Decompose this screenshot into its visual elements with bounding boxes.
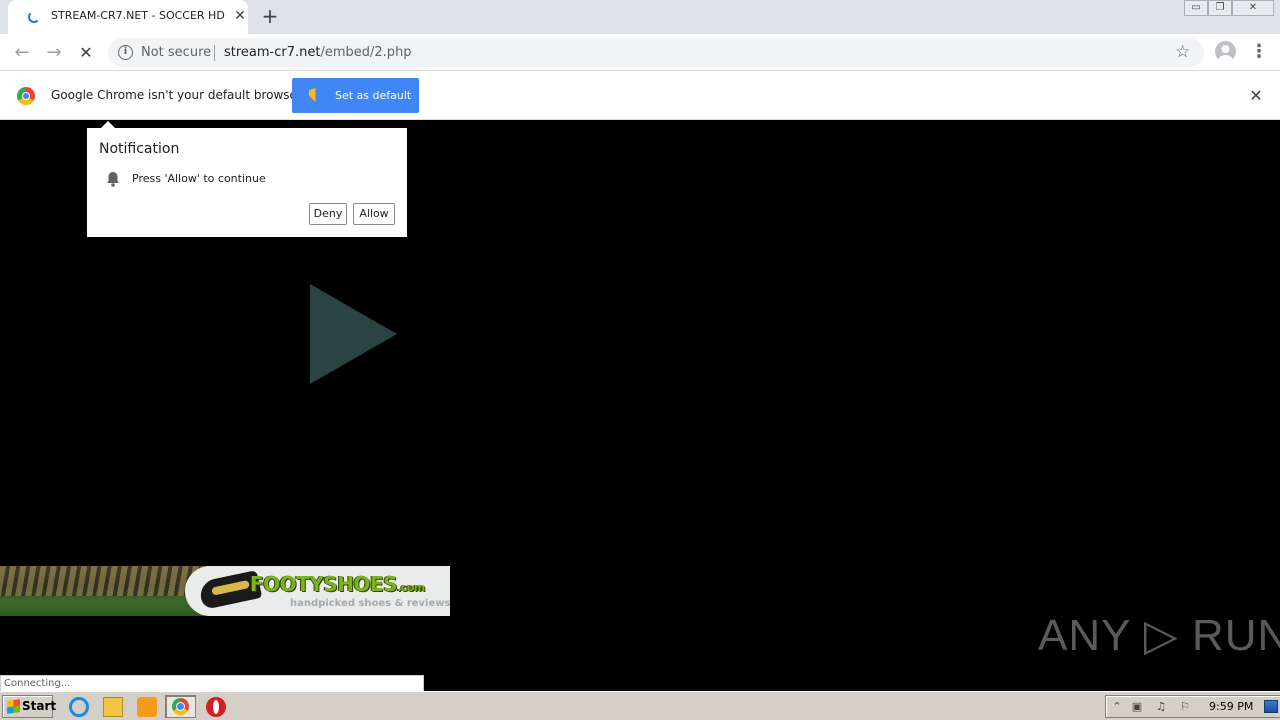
minimize-button[interactable]: ▭ <box>1184 0 1208 16</box>
tray-expand-icon[interactable]: ⌃ <box>1110 700 1124 714</box>
taskbar-chrome-button[interactable] <box>165 695 196 718</box>
browser-toolbar: ← → ✕ i Not secure stream-cr7.net/embed/… <box>0 34 1280 71</box>
play-button-icon[interactable] <box>310 284 397 384</box>
set-as-default-label: Set as default <box>335 89 412 102</box>
opera-icon[interactable] <box>206 697 226 717</box>
start-label: Start <box>22 699 57 713</box>
tab-close-icon[interactable]: ✕ <box>232 8 248 24</box>
prompt-arrow <box>101 121 115 128</box>
back-button[interactable]: ← <box>10 41 34 65</box>
notification-permission-prompt: Notification Press 'Allow' to continue D… <box>87 121 407 237</box>
info-icon[interactable]: i <box>118 45 133 60</box>
windows-taskbar: Start ⌃ ▣ ♫ ⚐ 9:59 PM <box>0 691 1280 720</box>
windows-flag-icon <box>7 699 20 714</box>
address-bar[interactable]: i Not secure stream-cr7.net/embed/2.php … <box>108 38 1204 67</box>
url-host: stream-cr7.net <box>224 45 321 60</box>
tab-strip: STREAM-CR7.NET - SOCCER HD Player ✕ + ▭ … <box>0 0 1280 34</box>
uac-shield-icon <box>309 88 322 102</box>
show-desktop-icon[interactable] <box>1264 700 1278 713</box>
page-content: Notification Press 'Allow' to continue D… <box>0 120 1280 692</box>
stop-loading-button[interactable]: ✕ <box>74 41 98 65</box>
start-button[interactable]: Start <box>2 695 57 718</box>
ad-brand: FOOTYSHOES <box>250 572 398 596</box>
tab-title: STREAM-CR7.NET - SOCCER HD Player <box>51 9 226 22</box>
url-text[interactable]: stream-cr7.net/embed/2.php <box>224 45 412 60</box>
chrome-icon <box>172 698 189 715</box>
security-label[interactable]: Not secure <box>141 45 211 60</box>
browser-tab[interactable]: STREAM-CR7.NET - SOCCER HD Player ✕ <box>8 0 248 34</box>
clock[interactable]: 9:59 PM <box>1209 700 1253 713</box>
volume-icon[interactable]: ♫ <box>1154 700 1168 714</box>
restore-button[interactable]: ❐ <box>1208 0 1232 16</box>
media-player-icon[interactable] <box>137 697 157 717</box>
ad-banner[interactable]: FOOTYSHOES.com handpicked shoes & review… <box>0 566 450 616</box>
stadium-image <box>0 566 200 596</box>
allow-button[interactable]: Allow <box>353 203 395 225</box>
profile-avatar-icon[interactable] <box>1215 41 1236 62</box>
chrome-logo-icon <box>17 87 35 105</box>
new-tab-button[interactable]: + <box>259 5 281 27</box>
window-close-button[interactable]: ✕ <box>1232 0 1274 16</box>
url-path: /embed/2.php <box>320 45 412 60</box>
chrome-menu-icon[interactable]: ⋮ <box>1250 40 1268 64</box>
internet-explorer-icon[interactable] <box>69 697 89 717</box>
deny-button[interactable]: Deny <box>309 203 347 225</box>
status-bubble: Connecting... <box>0 675 424 692</box>
prompt-title: Notification <box>99 141 180 157</box>
anyrun-watermark: ANY ▷ RUN <box>1038 611 1280 660</box>
ad-tagline: handpicked shoes & reviews <box>290 598 450 609</box>
ad-title: FOOTYSHOES.com <box>250 572 425 596</box>
omnibox-divider <box>214 45 215 61</box>
bell-icon <box>106 171 120 187</box>
prompt-message: Press 'Allow' to continue <box>132 172 266 185</box>
default-browser-infobar: Google Chrome isn't your default browser… <box>0 71 1280 120</box>
ad-brand-suffix: .com <box>397 581 425 594</box>
forward-button[interactable]: → <box>42 41 66 65</box>
infobar-close-icon[interactable]: ✕ <box>1246 86 1266 106</box>
action-center-flag-icon[interactable]: ⚐ <box>1178 700 1192 714</box>
network-icon[interactable]: ▣ <box>1130 700 1144 714</box>
set-as-default-button[interactable]: Set as default <box>292 78 419 113</box>
loading-spinner-icon <box>28 11 40 23</box>
file-explorer-icon[interactable] <box>103 697 123 717</box>
system-tray: ⌃ ▣ ♫ ⚐ 9:59 PM <box>1105 695 1280 718</box>
bookmark-star-icon[interactable]: ☆ <box>1175 42 1190 62</box>
infobar-message: Google Chrome isn't your default browser <box>51 88 302 102</box>
